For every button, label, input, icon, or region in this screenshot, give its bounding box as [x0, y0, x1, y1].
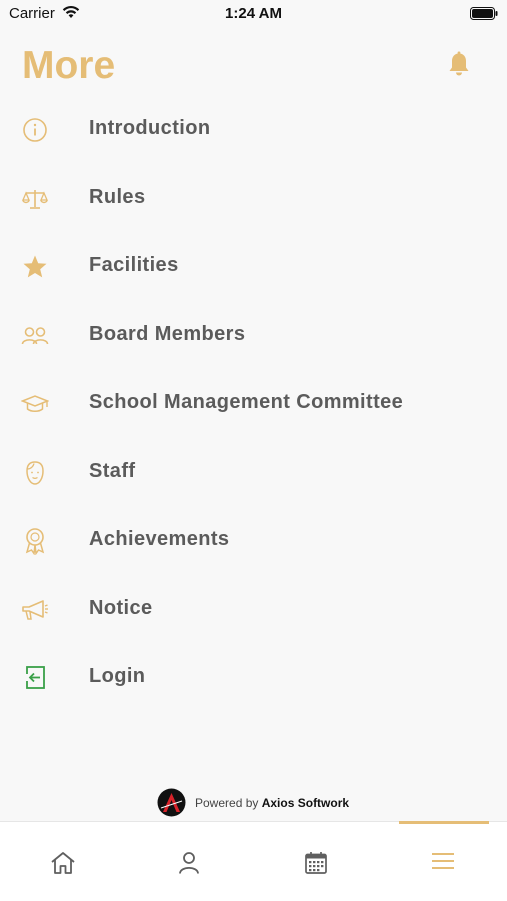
menu-item-board-members[interactable]: Board Members: [0, 300, 507, 369]
tab-more[interactable]: [380, 822, 506, 901]
status-time: 1:24 AM: [225, 5, 282, 22]
battery-icon: [470, 7, 498, 20]
graduation-cap-icon: [20, 389, 50, 419]
axios-logo: [157, 788, 186, 817]
info-icon: [20, 115, 50, 145]
tab-calendar[interactable]: [253, 822, 379, 901]
status-bar: Carrier 1:24 AM: [0, 0, 507, 28]
menu-item-label: Login: [89, 665, 146, 687]
powered-prefix: Powered by: [195, 796, 259, 810]
scales-icon: [20, 184, 50, 214]
calendar-icon: [305, 852, 327, 874]
people-icon: [20, 321, 50, 351]
menu-item-achievements[interactable]: Achievements: [0, 505, 507, 574]
face-icon: [20, 458, 50, 488]
menu-item-staff[interactable]: Staff: [0, 437, 507, 506]
login-icon: [20, 663, 50, 693]
menu-item-label: Notice: [89, 596, 153, 619]
menu-item-facilities[interactable]: Facilities: [0, 231, 507, 300]
user-icon: [179, 852, 199, 874]
powered-by-footer: Powered by Axios Softwork: [0, 788, 507, 818]
menu-item-label: Achievements: [89, 528, 230, 550]
menu-item-label: School Management Committee: [89, 391, 404, 413]
menu-item-label: Rules: [89, 185, 146, 208]
home-icon: [51, 852, 75, 874]
page-title: More: [22, 44, 116, 87]
company-name: Axios Softwork: [261, 796, 350, 810]
star-icon: [20, 252, 50, 282]
bottom-tab-bar: [0, 821, 507, 901]
megaphone-icon: [20, 595, 50, 625]
menu-item-login[interactable]: Login: [0, 642, 507, 711]
tab-profile[interactable]: [126, 822, 252, 901]
tab-home[interactable]: [0, 822, 126, 901]
menu-item-label: Facilities: [89, 254, 179, 276]
bell-icon[interactable]: [447, 51, 471, 79]
award-icon: [20, 526, 50, 556]
menu-item-label: Board Members: [89, 322, 246, 345]
menu-item-introduction[interactable]: Introduction: [0, 94, 507, 163]
powered-by-text: Powered by Axios Softwork: [195, 796, 349, 810]
menu-item-school-management-committee[interactable]: School Management Committee: [0, 368, 507, 437]
menu-list: Introduction Rules Facilities Board Memb…: [0, 94, 507, 711]
menu-item-rules[interactable]: Rules: [0, 163, 507, 232]
menu-icon: [432, 853, 454, 869]
menu-item-notice[interactable]: Notice: [0, 574, 507, 643]
menu-item-label: Introduction: [89, 117, 211, 139]
menu-item-label: Staff: [89, 459, 136, 482]
